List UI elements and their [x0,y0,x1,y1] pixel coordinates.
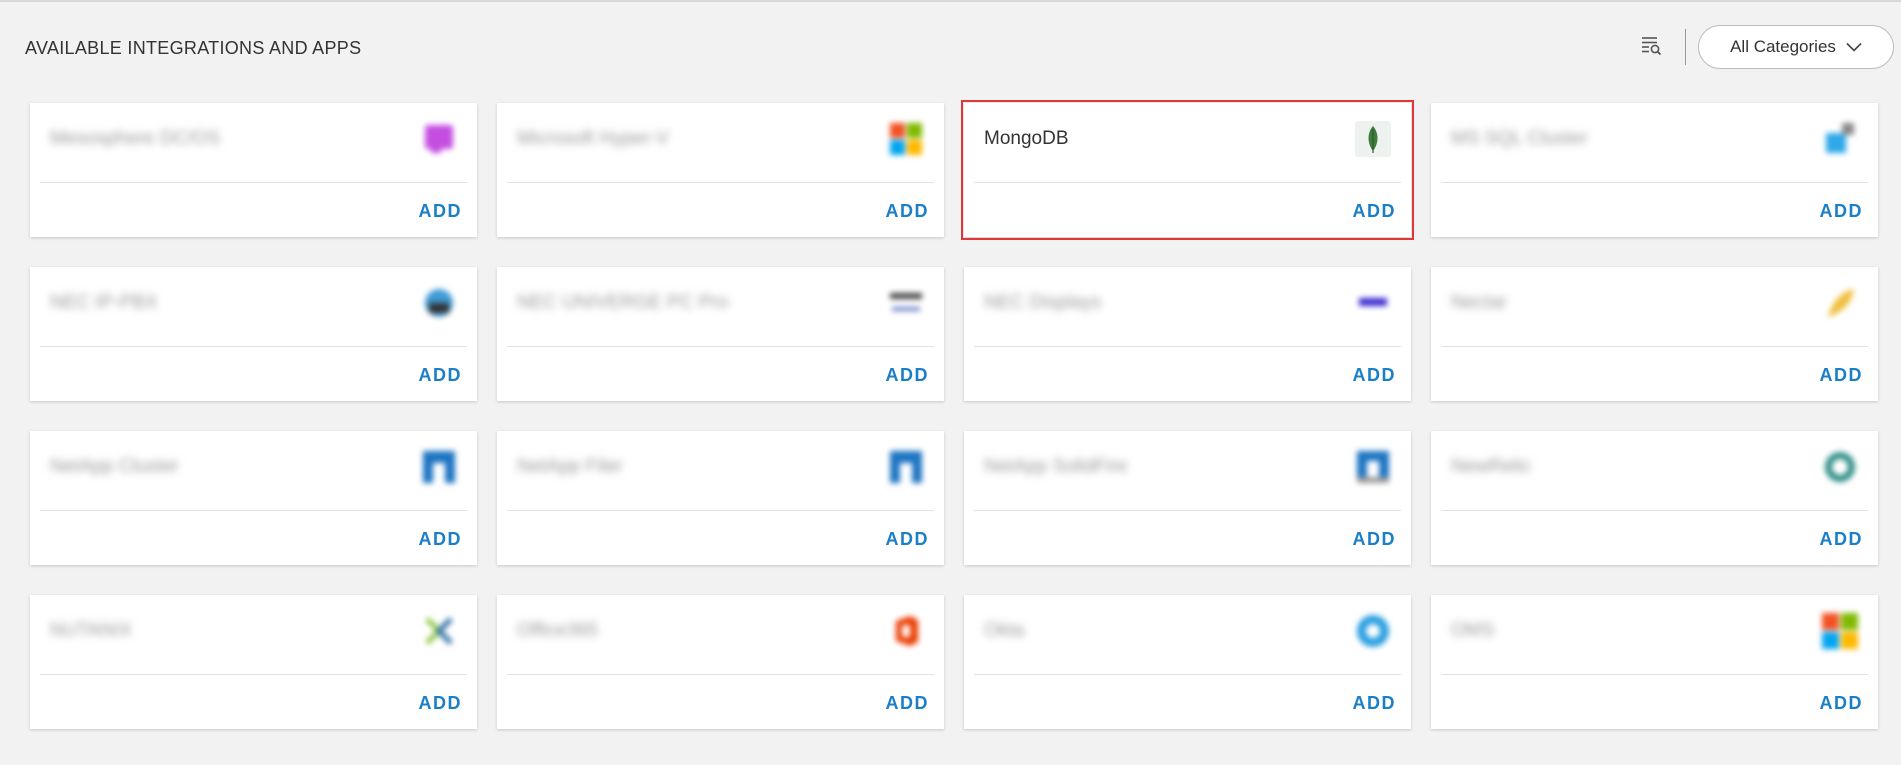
card-divider [507,510,934,511]
category-select[interactable]: All Categories [1698,25,1894,69]
netapp-solidfire-logo-icon [1355,449,1391,485]
oms-logo-icon [1822,613,1858,649]
integration-name: Mesosphere DC/OS [50,128,221,149]
add-integration-button[interactable]: ADD [886,201,930,222]
card-divider [507,674,934,675]
add-integration-button[interactable]: ADD [1820,693,1864,714]
card-divider [1441,182,1868,183]
add-integration-button[interactable]: ADD [886,365,930,386]
integration-name: NEC UNIVERGE PC Pro [517,292,729,313]
add-integration-button[interactable]: ADD [1820,529,1864,550]
okta-logo-icon [1355,613,1391,649]
netapp-logo-icon [888,449,924,485]
add-integration-button[interactable]: ADD [1820,365,1864,386]
integration-name: NEC IP-PBX [50,292,158,313]
integration-card[interactable]: NetApp Cluster ADD [30,431,477,565]
integration-card[interactable]: Mesosphere DC/OS ADD [30,103,477,237]
add-integration-button[interactable]: ADD [419,529,463,550]
integration-card[interactable]: NewRelic ADD [1431,431,1878,565]
integration-card[interactable]: MongoDB ADD [961,100,1414,240]
filter-list-search-icon[interactable] [1640,34,1662,56]
newrelic-logo-icon [1822,449,1858,485]
integration-name: NewRelic [1451,456,1532,477]
nec-univerge-logo-icon [888,285,924,321]
integration-card[interactable]: Okta ADD [964,595,1411,729]
integration-card[interactable]: Nectar ADD [1431,267,1878,401]
page-header: AVAILABLE INTEGRATIONS AND APPS All Cate… [0,0,1901,96]
integration-card[interactable]: NEC Displays ADD [964,267,1411,401]
add-integration-button[interactable]: ADD [419,365,463,386]
integration-card[interactable]: NetApp Filer ADD [497,431,944,565]
integration-name: NUTANIX [50,620,132,641]
integration-name: NetApp SolidFire [984,456,1128,477]
nectar-logo-icon [1822,285,1858,321]
chevron-down-icon [1846,37,1862,57]
card-divider [1441,510,1868,511]
card-divider [507,182,934,183]
office365-logo-icon [888,613,924,649]
integration-name: OMS [1451,620,1495,641]
category-select-value: All Categories [1730,37,1836,56]
integration-name: MongoDB [984,128,1069,149]
integration-name: NetApp Cluster [50,456,179,477]
integration-name: Microsoft Hyper-V [517,128,670,149]
nec-ip-pbx-logo-icon [421,285,457,321]
integration-card[interactable]: Microsoft Hyper-V ADD [497,103,944,237]
nutanix-logo-icon [421,613,457,649]
add-integration-button[interactable]: ADD [1820,201,1864,222]
header-divider [1685,29,1686,65]
add-integration-button[interactable]: ADD [419,693,463,714]
page-title: AVAILABLE INTEGRATIONS AND APPS [25,38,362,58]
add-integration-button[interactable]: ADD [1353,365,1397,386]
add-integration-button[interactable]: ADD [886,529,930,550]
integration-name: NEC Displays [984,292,1102,313]
card-divider [40,510,467,511]
card-divider [507,346,934,347]
card-divider [40,346,467,347]
card-divider [1441,346,1868,347]
microsoft-logo-icon [888,121,924,157]
add-integration-button[interactable]: ADD [1353,201,1397,222]
card-divider [40,674,467,675]
mongodb-leaf-logo-icon [1355,121,1391,157]
integration-card[interactable]: Office365 ADD [497,595,944,729]
integration-name: NetApp Filer [517,456,623,477]
netapp-logo-icon [421,449,457,485]
add-integration-button[interactable]: ADD [1353,529,1397,550]
ms-sql-cluster-logo-icon [1822,121,1858,157]
integration-name: Office365 [517,620,598,641]
integration-card[interactable]: MS SQL Cluster ADD [1431,103,1878,237]
add-integration-button[interactable]: ADD [419,201,463,222]
card-divider [1441,674,1868,675]
integration-name: MS SQL Cluster [1451,128,1588,149]
integration-card[interactable]: OMS ADD [1431,595,1878,729]
integration-card[interactable]: NetApp SolidFire ADD [964,431,1411,565]
card-divider [974,182,1401,183]
card-divider [974,346,1401,347]
integration-card[interactable]: NEC IP-PBX ADD [30,267,477,401]
card-divider [974,674,1401,675]
card-divider [40,182,467,183]
integration-card[interactable]: NUTANIX ADD [30,595,477,729]
integration-name: Nectar [1451,292,1507,313]
card-divider [974,510,1401,511]
integration-name: Okta [984,620,1025,641]
mesosphere-logo-icon [421,121,457,157]
add-integration-button[interactable]: ADD [1353,693,1397,714]
integrations-grid: Mesosphere DC/OS ADD Microsoft Hyper-V ADD M… [30,100,1892,729]
nec-logo-icon [1355,285,1391,321]
add-integration-button[interactable]: ADD [886,693,930,714]
integration-card[interactable]: NEC UNIVERGE PC Pro ADD [497,267,944,401]
